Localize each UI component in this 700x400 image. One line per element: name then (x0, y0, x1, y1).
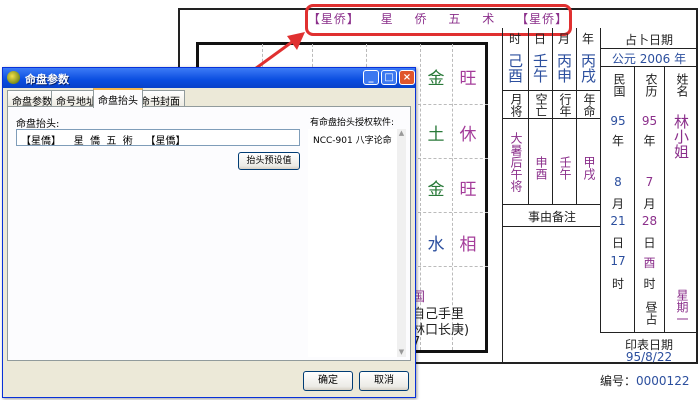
license-list[interactable]: NCC-901 八字论命 ▲ ▼ (308, 129, 406, 357)
header-input[interactable]: 【星僑】 星 僑 五 術 【星僑】 (16, 129, 300, 147)
list-item[interactable]: NCC-901 八字论命 (313, 133, 392, 146)
tab-chart-header[interactable]: 命盘抬头 (93, 88, 143, 108)
maximize-button[interactable]: □ (381, 70, 397, 85)
cancel-button[interactable]: 取消 (359, 371, 409, 391)
close-button[interactable]: × (399, 70, 415, 85)
scroll-down-icon[interactable]: ▼ (397, 348, 406, 357)
dialog-title: 命盘参数 (25, 73, 69, 86)
settings-dialog: 命盘参数 _ □ × 命盘参数 命号地址 命盘抬头 命书封面 命盘抬头: 【星僑… (2, 67, 416, 398)
app-logo-icon (7, 71, 20, 84)
ok-button[interactable]: 确定 (303, 371, 353, 391)
dialog-titlebar[interactable]: 命盘参数 _ □ × (3, 68, 415, 88)
license-label: 有命盘抬头授权软件: (310, 118, 395, 128)
header-field-label: 命盘抬头: (16, 119, 60, 130)
license-scrollbar[interactable]: ▲ ▼ (397, 129, 406, 357)
tab-chart-params[interactable]: 命盘参数 (7, 90, 57, 108)
preset-default-button[interactable]: 抬头预设值 (238, 152, 300, 170)
scroll-up-icon[interactable]: ▲ (397, 129, 406, 138)
minimize-button[interactable]: _ (363, 70, 379, 85)
tab-panel: 命盘抬头: 【星僑】 星 僑 五 術 【星僑】 抬头预设值 有命盘抬头授权软件:… (7, 106, 411, 361)
